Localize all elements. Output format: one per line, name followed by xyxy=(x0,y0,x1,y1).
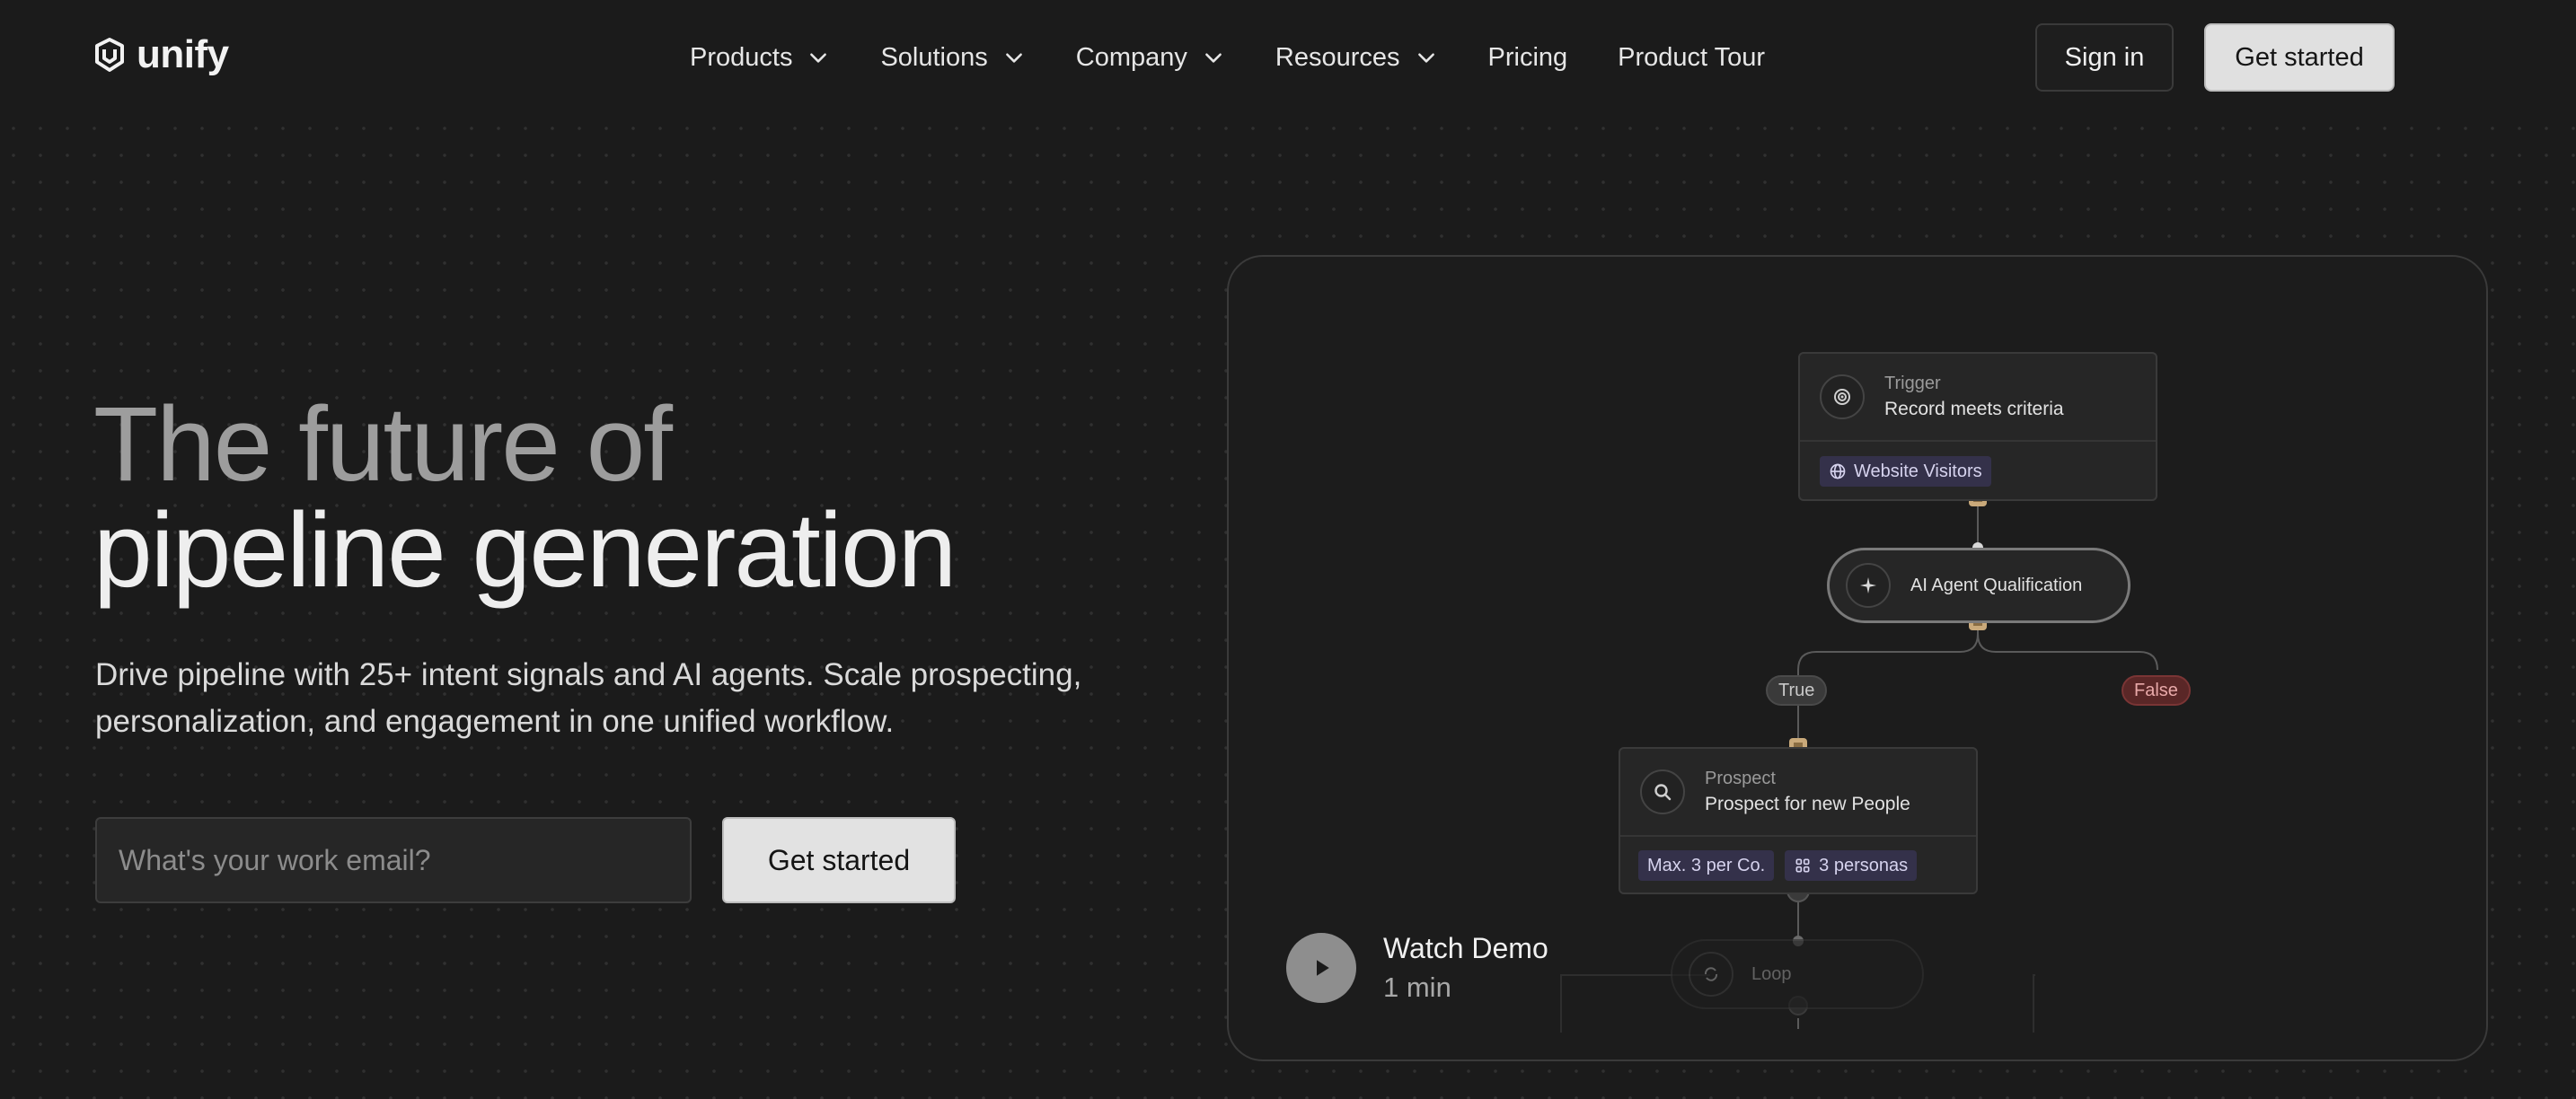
brand-name: unify xyxy=(137,32,229,76)
branch-false-tag: False xyxy=(2122,675,2191,706)
globe-icon xyxy=(1830,463,1846,479)
nav-label: Company xyxy=(1075,42,1187,72)
nav-company[interactable]: Company xyxy=(1076,43,1225,73)
nav-resources[interactable]: Resources xyxy=(1275,43,1438,73)
chevron-down-icon xyxy=(1205,53,1222,63)
chevron-down-icon xyxy=(1005,53,1022,63)
chevron-down-icon xyxy=(1417,53,1434,63)
ai-agent-qualification-node[interactable]: AI Agent Qualification xyxy=(1827,548,2130,623)
target-icon xyxy=(1820,374,1865,419)
main-nav: Products Solutions Company Resources Pri… xyxy=(690,36,1815,79)
prospect-label: Prospect xyxy=(1705,769,1776,788)
watch-demo-title: Watch Demo xyxy=(1383,932,1548,964)
nav-solutions[interactable]: Solutions xyxy=(880,43,1025,73)
chevron-down-icon xyxy=(810,53,827,63)
loop-icon xyxy=(1689,952,1734,997)
shield-logo-icon xyxy=(95,38,124,72)
brand-logo[interactable]: unify xyxy=(93,32,229,77)
branch-true-tag: True xyxy=(1766,675,1828,706)
trigger-label: Trigger xyxy=(1884,374,1941,393)
workflow-demo-panel: Trigger Record meets criteria Website Vi… xyxy=(1227,255,2488,1061)
nav-label: Products xyxy=(690,42,793,72)
nav-label: Pricing xyxy=(1487,42,1568,72)
trigger-card[interactable]: Trigger Record meets criteria Website Vi… xyxy=(1798,352,2157,501)
hero-subtitle: Drive pipeline with 25+ intent signals a… xyxy=(95,657,1082,739)
tag-label: Max. 3 per Co. xyxy=(1647,855,1766,875)
max-per-company-tag: Max. 3 per Co. xyxy=(1638,850,1775,881)
loop-label: Loop xyxy=(1751,964,1792,984)
nav-product-tour[interactable]: Product Tour xyxy=(1618,43,1765,73)
play-icon[interactable] xyxy=(1286,933,1356,1003)
top-navigation: unify Products Solutions Company Resourc… xyxy=(0,0,2576,117)
prospect-value: Prospect for new People xyxy=(1705,794,1910,814)
get-started-button-hero[interactable]: Get started xyxy=(722,817,956,903)
nav-products[interactable]: Products xyxy=(690,43,830,73)
personas-tag: 3 personas xyxy=(1785,850,1918,881)
work-email-input[interactable] xyxy=(95,817,692,903)
hero-title-line-1: The future of xyxy=(93,385,673,504)
sign-in-button[interactable]: Sign in xyxy=(2035,23,2174,92)
loop-node: Loop xyxy=(1671,939,1924,1009)
search-icon xyxy=(1640,769,1685,814)
agent-label: AI Agent Qualification xyxy=(1910,576,2083,595)
sparkle-icon xyxy=(1846,563,1891,608)
tag-label: 3 personas xyxy=(1819,855,1909,875)
nav-label: Product Tour xyxy=(1618,42,1766,72)
nav-label: Resources xyxy=(1275,42,1400,72)
tag-label: Website Visitors xyxy=(1854,461,1982,481)
grid-icon xyxy=(1795,858,1810,873)
nav-label: Solutions xyxy=(880,42,988,72)
watch-demo-button[interactable]: Watch Demo 1 min xyxy=(1286,928,1548,1007)
get-started-button-header[interactable]: Get started xyxy=(2204,23,2395,92)
nav-pricing[interactable]: Pricing xyxy=(1488,43,1568,73)
trigger-value: Record meets criteria xyxy=(1884,399,2064,419)
website-visitors-tag: Website Visitors xyxy=(1820,456,1991,487)
hero-title: The future of pipeline generation xyxy=(93,385,957,610)
prospect-card[interactable]: Prospect Prospect for new People Max. 3 … xyxy=(1619,747,1978,894)
watch-demo-duration: 1 min xyxy=(1383,972,1451,1003)
hero-title-line-2: pipeline generation xyxy=(93,491,957,610)
